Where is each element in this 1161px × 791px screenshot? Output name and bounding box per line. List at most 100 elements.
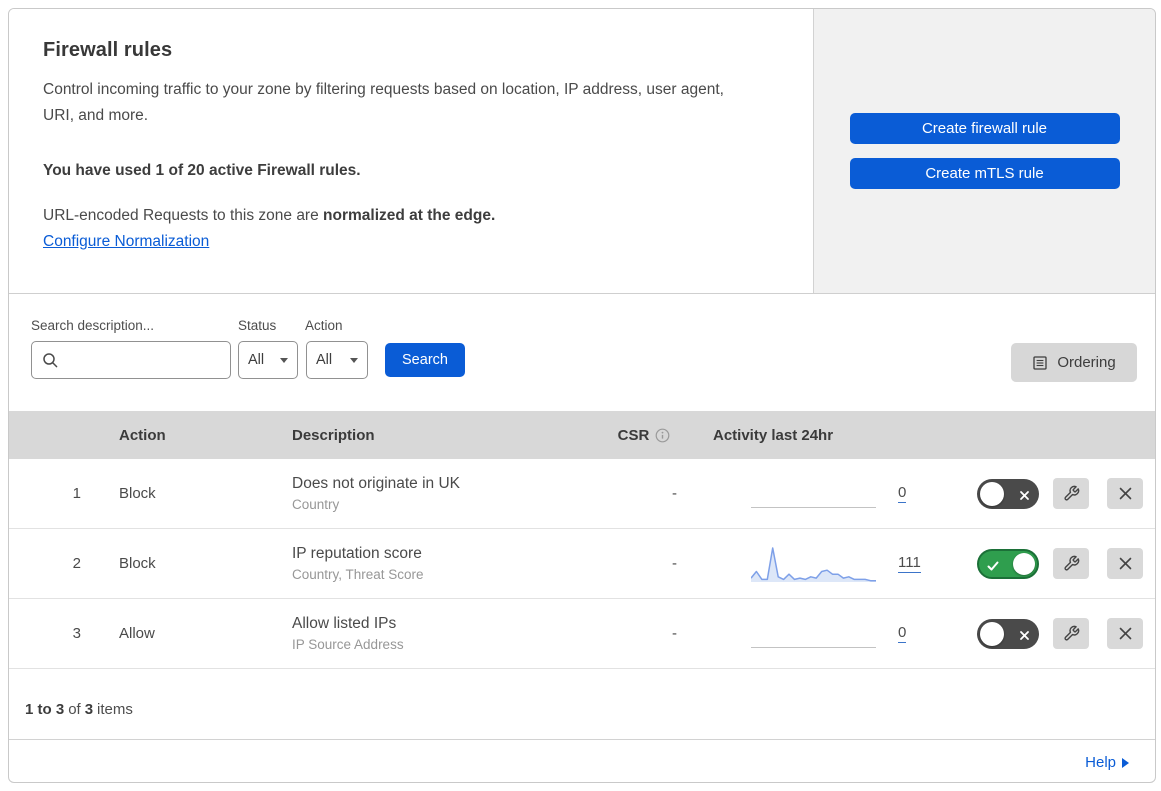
header-panel: Firewall rules Control incoming traffic … [9,9,813,293]
rule-action: Allow [119,625,155,642]
pagination-items: items [97,701,133,718]
rule-match-fields: Country [292,497,340,512]
search-button[interactable]: Search [385,343,465,377]
rule-enabled-toggle[interactable] [977,618,1039,649]
rule-description-cell: Allow listed IPs IP Source Address [269,615,599,652]
page-title: Firewall rules [43,39,173,61]
list-ordering-icon [1032,355,1048,371]
firewall-rule-row: 1 Block Does not originate in UK Country… [9,459,1155,529]
search-label: Search description... [31,318,155,333]
rule-priority: 2 [72,555,81,572]
firewall-rules-card: Firewall rules Control incoming traffic … [8,8,1156,783]
activity-flat-sparkline [751,614,876,654]
action-filter-group: Action All [305,318,368,379]
delete-rule-button[interactable] [1107,478,1143,509]
close-icon [1118,626,1133,641]
rule-activity-cell: 111 [689,544,939,584]
usage-note: You have used 1 of 20 active Firewall ru… [43,162,361,179]
rule-match-fields: IP Source Address [292,637,404,652]
firewall-rule-row: 2 Block IP reputation score Country, Thr… [9,529,1155,599]
toggle-x-icon [1019,488,1030,506]
rule-csr-value: - [672,485,677,502]
toggle-knob [980,621,1004,646]
action-column-header: Action [119,426,166,444]
toggle-x-icon [1019,628,1030,646]
csr-header-label: CSR [617,426,650,444]
activity-column-header: Activity last 24hr [713,426,834,444]
ordering-button-label: Ordering [1057,354,1116,371]
rule-activity-cell: 0 [689,614,939,654]
normalization-text: URL-encoded Requests to this zone are [43,207,324,224]
rule-enabled-toggle[interactable] [977,478,1039,509]
chevron-down-icon [350,357,358,363]
wrench-icon [1063,555,1080,572]
activity-count-link[interactable]: 111 [898,554,921,573]
chevron-down-icon [280,357,288,363]
status-dropdown-value: All [248,352,265,368]
action-dropdown-value: All [316,352,333,368]
rule-description: IP reputation score [292,545,422,562]
table-header-row: Action Description CSR Activity last 24h… [9,411,1155,459]
edit-rule-button[interactable] [1053,478,1089,509]
rule-action: Block [119,485,156,502]
filter-bar: Search description... Status All Action … [9,294,1155,411]
help-link[interactable]: Help [1085,754,1129,771]
wrench-icon [1063,485,1080,502]
rule-controls [939,478,1155,509]
action-dropdown[interactable]: All [306,341,368,379]
rule-enabled-toggle[interactable] [977,548,1039,579]
rule-action: Block [119,555,156,572]
arrow-right-icon [1122,757,1129,768]
create-firewall-rule-button[interactable]: Create firewall rule [849,113,1120,144]
help-link-label: Help [1085,753,1116,771]
ordering-button[interactable]: Ordering [1011,343,1137,382]
activity-sparkline [750,546,876,582]
rule-description-cell: Does not originate in UK Country [269,475,599,512]
pagination-summary: 1 to 3 of 3 items [9,669,1155,739]
normalization-note: URL-encoded Requests to this zone are no… [43,207,779,225]
search-box [31,341,246,379]
rule-controls [939,618,1155,649]
edit-rule-button[interactable] [1053,548,1089,579]
rule-description: Allow listed IPs [292,615,397,632]
rule-activity-cell: 0 [689,474,939,514]
rule-priority: 3 [72,625,81,642]
toggle-check-icon [987,559,999,577]
csr-column-header: CSR [599,427,689,444]
cta-panel: Create firewall rule Create mTLS rule [813,9,1155,293]
edit-rule-button[interactable] [1053,618,1089,649]
rule-description: Does not originate in UK [292,475,461,492]
close-icon [1118,486,1133,501]
search-input[interactable] [65,352,246,368]
status-label: Status [238,318,277,333]
action-label: Action [305,318,343,333]
rule-csr-value: - [672,555,677,572]
configure-normalization-link[interactable]: Configure Normalization [43,233,209,251]
search-group: Search description... [31,318,246,379]
delete-rule-button[interactable] [1107,548,1143,579]
rule-csr-value: - [672,625,677,642]
pagination-range: 1 to 3 [25,701,65,718]
activity-count-link[interactable]: 0 [898,624,907,643]
help-bar: Help [9,739,1155,782]
close-icon [1118,556,1133,571]
info-icon[interactable] [655,428,670,443]
create-mtls-rule-button[interactable]: Create mTLS rule [849,158,1120,189]
activity-count-link[interactable]: 0 [898,484,907,503]
status-dropdown[interactable]: All [238,341,298,379]
firewall-rule-row: 3 Allow Allow listed IPs IP Source Addre… [9,599,1155,669]
toggle-knob [1013,552,1035,575]
top-region: Firewall rules Control incoming traffic … [9,9,1155,294]
search-icon [42,352,58,368]
description-column-header: Description [292,426,375,444]
rule-controls [939,548,1155,579]
activity-flat-sparkline [751,474,876,514]
page-description: Control incoming traffic to your zone by… [43,81,724,124]
toggle-knob [980,481,1004,506]
rule-match-fields: Country, Threat Score [292,567,424,582]
delete-rule-button[interactable] [1107,618,1143,649]
wrench-icon [1063,625,1080,642]
status-filter-group: Status All [238,318,298,379]
sparkline-chart [750,544,876,584]
rule-description-cell: IP reputation score Country, Threat Scor… [269,545,599,582]
